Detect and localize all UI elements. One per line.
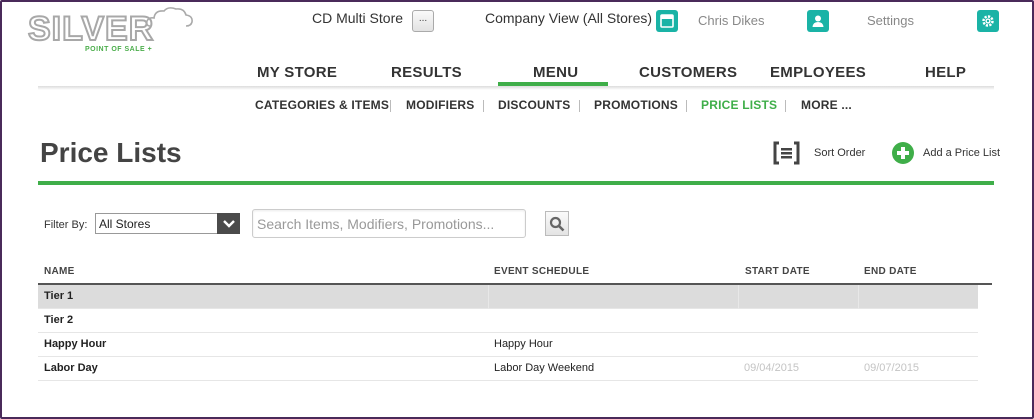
subnav-separator — [483, 100, 484, 112]
row-name: Happy Hour — [44, 338, 107, 350]
add-price-list-button[interactable]: Add a Price List — [923, 147, 1000, 159]
column-header-event-schedule[interactable]: EVENT SCHEDULE — [494, 266, 589, 277]
row-schedule: Happy Hour — [494, 338, 553, 350]
subnav-price-lists[interactable]: PRICE LISTS — [701, 98, 777, 112]
store-icon[interactable] — [656, 10, 678, 32]
gear-icon[interactable] — [977, 10, 999, 32]
subnav-separator — [785, 100, 786, 112]
column-header-start-date[interactable]: START DATE — [745, 266, 810, 277]
filter-label: Filter By: — [44, 219, 88, 231]
nav-menu[interactable]: MENU — [533, 64, 578, 81]
settings-link[interactable]: Settings — [867, 13, 914, 28]
column-header-name[interactable]: NAME — [44, 266, 75, 277]
subnav-separator — [579, 100, 580, 112]
logo-word: SILVER — [27, 9, 155, 49]
search-input[interactable] — [252, 209, 526, 238]
page-title: Price Lists — [40, 137, 182, 168]
table-row[interactable]: Happy Hour Happy Hour — [38, 333, 978, 357]
nav-my-store[interactable]: MY STORE — [257, 64, 337, 81]
column-header-end-date[interactable]: END DATE — [864, 266, 917, 277]
subnav-discounts[interactable]: DISCOUNTS — [498, 98, 570, 112]
company-view-link[interactable]: Company View (All Stores) — [485, 10, 652, 26]
main-nav: MY STORE RESULTS MENU CUSTOMERS EMPLOYEE… — [230, 60, 1000, 88]
table-row[interactable]: Tier 2 — [38, 309, 978, 333]
subnav-categories-items[interactable]: CATEGORIES & ITEMS — [255, 98, 389, 112]
row-name: Tier 1 — [44, 290, 74, 302]
chevron-down-icon[interactable] — [217, 213, 240, 234]
row-name: Labor Day — [44, 362, 98, 374]
subnav-modifiers[interactable]: MODIFIERS — [406, 98, 474, 112]
silver-logo[interactable]: SILVER POINT OF SALE + — [27, 6, 193, 56]
row-schedule: Labor Day Weekend — [494, 362, 595, 374]
column-divider — [738, 285, 739, 309]
subnav-separator — [390, 100, 391, 112]
row-end-date: 09/07/2015 — [864, 362, 920, 374]
sort-order-button[interactable]: Sort Order — [814, 147, 865, 159]
nav-divider — [38, 86, 994, 90]
add-icon[interactable] — [892, 142, 914, 164]
search-button[interactable] — [545, 211, 569, 236]
subnav-more[interactable]: MORE ... — [801, 98, 852, 112]
store-name: CD Multi Store — [312, 10, 404, 26]
subnav-promotions[interactable]: PROMOTIONS — [594, 98, 678, 112]
store-filter-value: All Stores — [99, 217, 151, 231]
table-row[interactable]: Tier 1 — [38, 285, 978, 309]
column-divider — [858, 285, 859, 309]
store-filter-select[interactable]: All Stores — [95, 213, 240, 234]
subnav-separator — [686, 100, 687, 112]
row-start-date: 09/04/2015 — [744, 362, 800, 374]
title-rule — [38, 181, 994, 185]
table-row[interactable]: Labor Day Labor Day Weekend 09/04/2015 0… — [38, 357, 978, 381]
column-divider — [488, 285, 489, 309]
cloud-icon — [146, 7, 193, 27]
row-name: Tier 2 — [44, 314, 74, 326]
nav-help[interactable]: HELP — [925, 64, 966, 81]
logo-tagline: POINT OF SALE + — [85, 46, 153, 53]
nav-results[interactable]: RESULTS — [391, 64, 462, 81]
search-icon — [549, 216, 565, 231]
store-picker-button[interactable]: ... — [412, 10, 434, 32]
user-icon[interactable] — [807, 10, 829, 32]
nav-customers[interactable]: CUSTOMERS — [639, 64, 737, 81]
user-name[interactable]: Chris Dikes — [698, 13, 764, 28]
sort-order-icon[interactable] — [773, 141, 800, 165]
nav-employees[interactable]: EMPLOYEES — [770, 64, 866, 81]
